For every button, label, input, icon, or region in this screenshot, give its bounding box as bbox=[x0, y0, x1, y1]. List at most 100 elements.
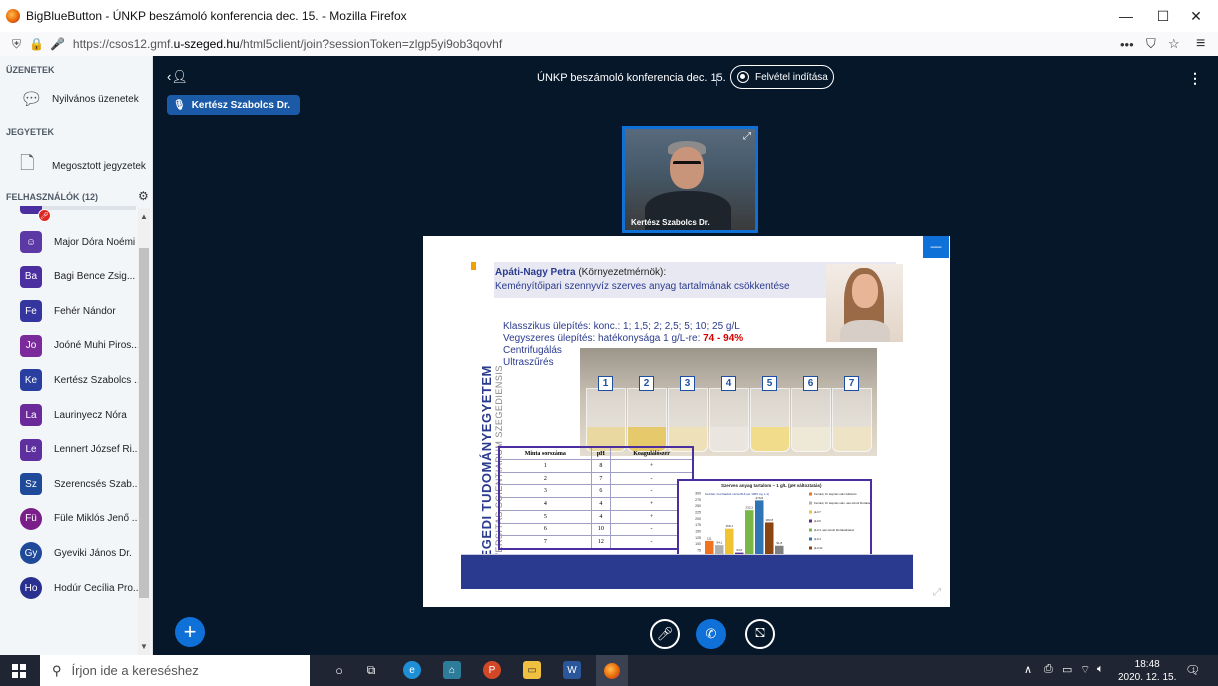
avatar: La bbox=[20, 404, 42, 426]
webcam-name: Kertész Szabolcs Dr. bbox=[631, 218, 710, 227]
task-view-icon[interactable]: ⧉ bbox=[362, 661, 380, 679]
user-list-item[interactable]: Sz Szerencsés Szab... bbox=[20, 470, 150, 498]
talking-indicator[interactable]: 🎙︎ Kertész Szabolcs Dr. bbox=[167, 95, 301, 115]
chart-y-tick-label: 100 bbox=[695, 542, 701, 546]
table-cell: 6 bbox=[590, 484, 612, 499]
webcam-video[interactable]: ⤢ Kertész Szabolcs Dr. bbox=[622, 126, 758, 233]
user-list-item[interactable]: Ho Hodúr Cecília Pro... bbox=[20, 574, 150, 602]
meet-now-icon[interactable]: ⎙ bbox=[1044, 663, 1053, 676]
avatar: Ke bbox=[20, 369, 42, 392]
camera-toggle-button[interactable]: ⛞ bbox=[745, 619, 775, 649]
firefox-taskbar-icon[interactable] bbox=[596, 655, 628, 686]
chart-legend-swatch bbox=[809, 546, 812, 550]
beaker-number: 1 bbox=[598, 376, 613, 391]
table-header: Minta sorszáma bbox=[498, 446, 592, 460]
store-icon[interactable]: ⌂ bbox=[443, 661, 461, 679]
windows-start-icon[interactable] bbox=[12, 664, 26, 678]
chart-y-tick-label: 150 bbox=[695, 530, 701, 534]
mute-mic-button[interactable]: 🎤︎ bbox=[650, 619, 680, 649]
taskbar-clock[interactable]: 18:48 2020. 12. 15. bbox=[1118, 658, 1176, 684]
author-photo bbox=[826, 264, 903, 342]
user-list-item[interactable]: ☺ Major Dóra Noémi bbox=[20, 228, 150, 256]
pocket-icon[interactable]: ⛉ bbox=[1146, 32, 1156, 56]
beaker bbox=[668, 388, 708, 452]
word-icon[interactable]: W bbox=[563, 661, 581, 679]
user-name: Gyeviki János Dr. bbox=[54, 547, 132, 559]
beaker bbox=[832, 388, 872, 452]
user-settings-gear-icon[interactable]: ⚙ bbox=[138, 189, 149, 203]
chart-y-tick-label: 175 bbox=[695, 523, 701, 527]
public-chat-item[interactable]: 💬︎ Nyilvános üzenetek bbox=[20, 89, 139, 110]
talking-name: Kertész Szabolcs Dr. bbox=[191, 99, 291, 111]
wifi-icon[interactable]: ⌔ bbox=[1080, 663, 1090, 677]
powerpoint-icon[interactable]: P bbox=[483, 661, 501, 679]
beaker bbox=[627, 388, 667, 452]
user-list-item[interactable]: La Laurinyecz Nóra bbox=[20, 401, 150, 429]
chart-data-label: 270,8 bbox=[755, 496, 763, 500]
toggle-userlist-icon[interactable]: ‹👤︎ bbox=[167, 69, 188, 85]
lock-icon[interactable]: 🔒 bbox=[29, 37, 44, 51]
chart-data-label: 232,2 bbox=[745, 506, 753, 510]
bookmark-star-icon[interactable]: ☆ bbox=[1168, 32, 1180, 56]
shared-notes-item[interactable]: 🗋 Megosztott jegyzetek bbox=[20, 151, 146, 181]
close-window-button[interactable]: ✕ bbox=[1174, 0, 1218, 32]
user-list-scrollbar[interactable]: ▲ ▼ bbox=[138, 208, 150, 655]
file-explorer-icon[interactable]: ▭ bbox=[523, 661, 541, 679]
actions-plus-button[interactable]: + bbox=[175, 617, 205, 647]
tray-expand-icon[interactable]: ∧ bbox=[1024, 663, 1032, 676]
fullscreen-icon[interactable]: ⤢ bbox=[743, 131, 751, 142]
mic-icon: 🎙︎ bbox=[173, 99, 186, 111]
scroll-down-icon[interactable]: ▼ bbox=[138, 642, 150, 651]
slide-line-3: Centrifugálás bbox=[503, 345, 562, 356]
cortana-icon[interactable]: ○ bbox=[330, 661, 348, 679]
menu-icon[interactable]: ≡ bbox=[1196, 32, 1205, 56]
webcam-glasses bbox=[673, 161, 701, 170]
user-list-item[interactable]: Jo Joóné Muhi Piros... bbox=[20, 332, 150, 360]
more-options-icon[interactable]: ⋮ bbox=[1188, 70, 1202, 87]
user-list-item[interactable]: Ba Bagi Bence Zsig... bbox=[20, 263, 150, 291]
url-text[interactable]: https://csos12.gmf.u-szeged.hu/html5clie… bbox=[73, 37, 502, 51]
table-cell: 12 bbox=[590, 535, 612, 550]
chart-legend-entry: pH=10 bbox=[814, 546, 823, 550]
note-icon: 🗋 bbox=[20, 153, 35, 173]
beaker-number: 7 bbox=[844, 376, 859, 391]
volume-icon[interactable]: 🔈︎ bbox=[1097, 663, 1104, 676]
page-actions-icon[interactable]: ••• bbox=[1120, 32, 1134, 56]
mic-permission-icon[interactable]: 🎤 bbox=[50, 37, 65, 51]
start-recording-button[interactable]: Felvétel indítása bbox=[730, 65, 834, 89]
presentation-slide: SZEGEDI TUDOMÁNYEGYETEM UNIVERSITAS SCIE… bbox=[423, 236, 950, 607]
beaker-number: 2 bbox=[639, 376, 654, 391]
scrollbar-thumb[interactable] bbox=[139, 248, 149, 598]
table-cell: 4 bbox=[590, 497, 612, 511]
avatar: Ho bbox=[20, 577, 42, 599]
edge-icon[interactable]: e bbox=[403, 661, 421, 679]
table-row: 27- bbox=[498, 471, 694, 486]
battery-icon[interactable]: ▭ bbox=[1062, 663, 1072, 676]
chart-legend-entry: pH=6 bbox=[814, 519, 821, 523]
url-bar[interactable]: ⛨ 🔒 🎤 https://csos12.gmf.u-szeged.hu/htm… bbox=[0, 32, 1218, 57]
phone-audio-button[interactable]: ✆ bbox=[696, 619, 726, 649]
user-list-item[interactable]: Fe Fehér Nándor bbox=[20, 297, 150, 325]
table-row: 5 4 + bbox=[498, 509, 694, 524]
slide-blue-strip bbox=[461, 555, 913, 589]
table-cell: + bbox=[610, 459, 694, 473]
user-list-item[interactable]: Fü Füle Miklós Jenő ... bbox=[20, 505, 150, 533]
user-list-item[interactable]: Ke Kertész Szabolcs ... bbox=[20, 366, 150, 394]
table-cell: 6 bbox=[498, 522, 592, 537]
user-sidebar: ÜZENETEK 💬︎ Nyilvános üzenetek JEGYETEK … bbox=[0, 56, 153, 655]
scroll-up-icon[interactable]: ▲ bbox=[138, 212, 150, 221]
chart-legend-swatch bbox=[809, 528, 812, 532]
beaker bbox=[709, 388, 749, 452]
chart-legend-entry: pH=4 bbox=[814, 537, 821, 541]
chat-icon: 💬︎ bbox=[20, 89, 43, 109]
notification-icon[interactable]: 🗨︎ 1 bbox=[1185, 663, 1200, 677]
table-cell: 3 bbox=[498, 484, 592, 499]
slide-fullscreen-icon[interactable]: ⤢ bbox=[933, 587, 947, 601]
beaker-liquid bbox=[792, 427, 830, 451]
minimize-presentation-button[interactable]: — bbox=[923, 236, 949, 258]
taskbar-search[interactable]: ⚲ Írjon ide a kereséshez bbox=[40, 655, 310, 686]
shield-icon[interactable]: ⛨ bbox=[12, 37, 21, 52]
chart-data-label: 64,6 bbox=[736, 548, 742, 552]
user-list-item[interactable]: Le Lennert József Ri... bbox=[20, 436, 150, 464]
user-list-item[interactable]: Gy Gyeviki János Dr. bbox=[20, 539, 150, 567]
